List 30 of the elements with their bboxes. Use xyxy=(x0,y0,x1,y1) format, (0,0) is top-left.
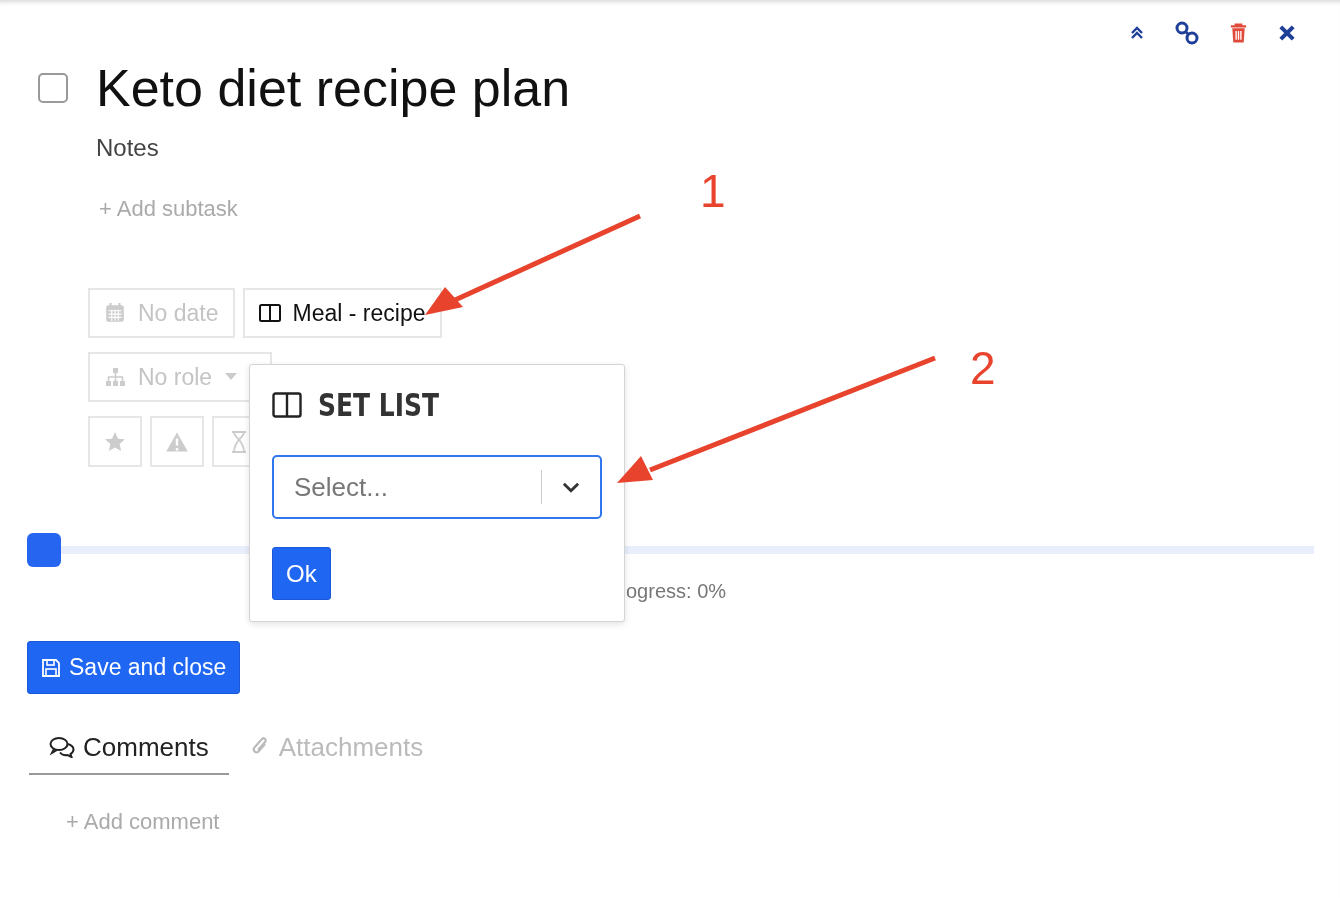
chevron-down-icon xyxy=(562,481,580,493)
columns-icon xyxy=(272,392,302,418)
tab[interactable]: Comments xyxy=(29,721,229,775)
notes-label[interactable]: Notes xyxy=(96,134,159,162)
hierarchy-icon xyxy=(104,367,126,387)
task-checkbox[interactable] xyxy=(38,73,68,103)
popover-title: SET LIST xyxy=(318,386,439,424)
hourglass-icon xyxy=(231,430,247,453)
close-icon[interactable] xyxy=(1278,24,1296,42)
annotation-number: 1 xyxy=(700,168,726,214)
task-title: Keto diet recipe plan xyxy=(96,58,571,119)
caret-icon xyxy=(224,373,239,381)
select-input[interactable]: Select... xyxy=(292,470,541,504)
annotation-number: 2 xyxy=(970,345,996,391)
collapse-icon[interactable] xyxy=(1129,25,1145,41)
floppy-icon xyxy=(41,657,61,678)
calendar-icon xyxy=(104,302,126,324)
link-icon[interactable] xyxy=(1175,21,1199,45)
save-and-close-button[interactable]: Save and close xyxy=(27,641,241,694)
progress-label: ogress: 0% xyxy=(626,579,727,603)
list-select[interactable]: Select... xyxy=(272,455,602,519)
star-icon xyxy=(104,430,126,453)
star-button[interactable] xyxy=(88,416,142,467)
ok-button[interactable]: Ok xyxy=(272,547,331,600)
trash-icon[interactable] xyxy=(1229,22,1248,44)
list-button[interactable]: Meal - recipe xyxy=(242,288,442,338)
speech-bubbles-icon xyxy=(49,736,75,758)
columns-icon xyxy=(258,304,281,322)
slider-thumb[interactable] xyxy=(27,533,61,567)
warning-icon xyxy=(165,430,189,453)
